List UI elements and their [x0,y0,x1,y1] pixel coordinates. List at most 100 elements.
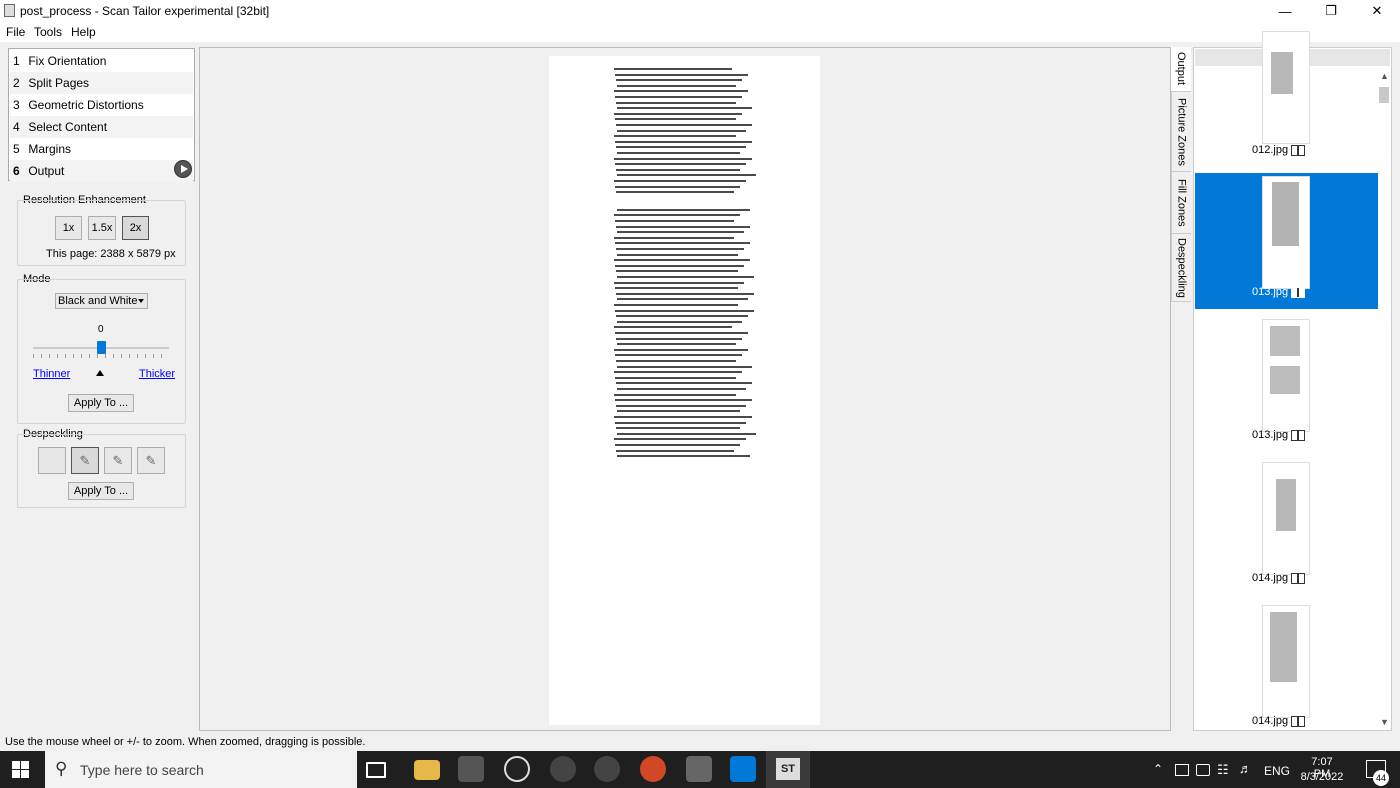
thumbnail-item[interactable]: 014.jpg [1195,602,1378,738]
thumb-text [1272,182,1299,246]
thumbnail-label: 013.jpg [1252,429,1306,441]
menu-file[interactable]: File [6,25,25,39]
play-icon[interactable] [174,160,192,178]
broom-icon: ✎ [145,452,157,468]
despeckle-normal-button[interactable]: ✎ [104,447,132,474]
text-line [617,276,754,278]
tray-icon[interactable] [1196,764,1210,776]
tray-icon[interactable] [1175,764,1189,776]
res-2x-button[interactable]: 2x [122,216,149,240]
step-geometric-distortions[interactable]: 3 Geometric Distortions [10,94,193,116]
status-text: Use the mouse wheel or +/- to zoom. When… [5,736,366,748]
scan-tailor-taskbar-button[interactable]: ST [766,751,810,788]
wifi-icon[interactable]: ☷ [1217,762,1229,778]
search-icon: ⚲ [55,759,68,778]
thumbnail-item[interactable]: 013.jpg [1195,316,1378,452]
thumbnail-scrollbar[interactable]: ▲ ▼ [1377,67,1391,730]
text-line [616,337,742,340]
thumbnail-label: 012.jpg [1252,144,1306,156]
despeckle-cautious-button[interactable]: ✎ [71,447,99,474]
tab-output[interactable]: Output [1171,47,1191,92]
page-size-info: This page: 2388 x 5879 px [46,248,176,260]
tray-chevron-icon[interactable]: ⌃ [1153,762,1163,776]
text-line [616,168,740,171]
res-1-5x-button[interactable]: 1.5x [88,216,116,240]
file-explorer-icon[interactable] [414,760,440,780]
text-line [616,191,734,194]
text-line [616,292,754,295]
step-margins[interactable]: 5 Margins [10,138,193,160]
tab-picture-zones[interactable]: Picture Zones [1171,92,1191,172]
thicker-link[interactable]: Thicker [139,368,175,380]
text-line [615,242,750,245]
thumbnail-item-selected[interactable]: 013.jpg [1195,173,1378,309]
page-thumbnail [1262,176,1310,289]
scroll-thumb[interactable] [1379,87,1389,103]
text-line [617,174,756,177]
thumbnail-item[interactable]: 014.jpg [1195,459,1378,595]
despeckle-apply-button[interactable]: Apply To ... [68,482,134,500]
spotify-icon[interactable] [504,756,530,782]
mode-select[interactable]: Black and White [55,293,148,309]
text-line [616,270,738,273]
text-line [615,140,752,143]
thumbnail-panel: ✥ 012.jpg 013.jpg 013.jpg 014.jpg 014.jp… [1193,31,1392,731]
text-line [615,332,748,334]
browser-icon[interactable] [640,756,666,782]
tab-fill-zones[interactable]: Fill Zones [1171,172,1191,234]
step-select-content[interactable]: 4 Select Content [10,116,193,138]
notification-count: 44 [1373,770,1389,786]
tab-despeckling[interactable]: Despeckling [1171,234,1191,302]
close-button[interactable]: ✕ [1354,0,1400,22]
maximize-button[interactable]: ❐ [1308,0,1354,22]
title-bar: post_process - Scan Tailor experimental … [0,0,1400,22]
thumbnail-label: 013.jpg [1252,286,1306,298]
text-line [615,354,742,357]
taskbar-search[interactable]: ⚲ Type here to search [45,751,357,788]
text-line [617,208,750,211]
menu-help[interactable]: Help [71,25,96,39]
page-icon [1291,429,1306,441]
volume-icon[interactable]: ♬ [1239,761,1252,776]
text-line [616,248,744,250]
text-line [614,416,752,418]
mode-apply-button[interactable]: Apply To ... [68,394,134,412]
despeckle-aggressive-button[interactable]: ✎ [137,447,165,474]
thumb-text [1270,366,1300,394]
caret-up-icon [96,370,104,376]
step-output[interactable]: 6 Output [10,160,193,182]
app-icon[interactable] [550,756,576,782]
text-line [617,152,740,154]
task-view-icon[interactable] [366,762,386,778]
threshold-slider[interactable] [97,341,106,354]
text-line [614,157,752,160]
minimize-button[interactable]: — [1262,0,1308,22]
text-line [617,320,742,323]
windows-start-icon[interactable] [12,761,29,778]
page-icon [1291,572,1306,584]
clock-date[interactable]: 8/3/2022 [1298,771,1346,783]
app-icon[interactable] [686,756,712,782]
text-line [617,107,752,110]
page-thumbnail [1262,319,1310,432]
status-bar: Use the mouse wheel or +/- to zoom. When… [0,733,1400,751]
res-1x-button[interactable]: 1x [55,216,82,240]
thinner-link[interactable]: Thinner [33,368,70,380]
text-line [615,376,736,379]
text-line [616,146,746,149]
vscode-icon[interactable] [730,756,756,782]
text-line [614,326,732,329]
menu-tools[interactable]: Tools [34,25,62,39]
scroll-up-icon[interactable]: ▲ [1380,71,1389,81]
step-split-pages[interactable]: 2 Split Pages [10,72,193,94]
app-icon[interactable] [458,756,484,782]
language-indicator[interactable]: ENG [1264,764,1290,778]
app-icon[interactable] [594,756,620,782]
step-fix-orientation[interactable]: 1 Fix Orientation [10,50,193,72]
thumbnail-item[interactable]: 012.jpg [1195,31,1378,167]
text-line [614,304,738,306]
despeckle-off-button[interactable] [38,447,66,474]
thumb-text [1276,479,1296,531]
scroll-down-icon[interactable]: ▼ [1380,717,1389,727]
text-line [617,365,752,368]
